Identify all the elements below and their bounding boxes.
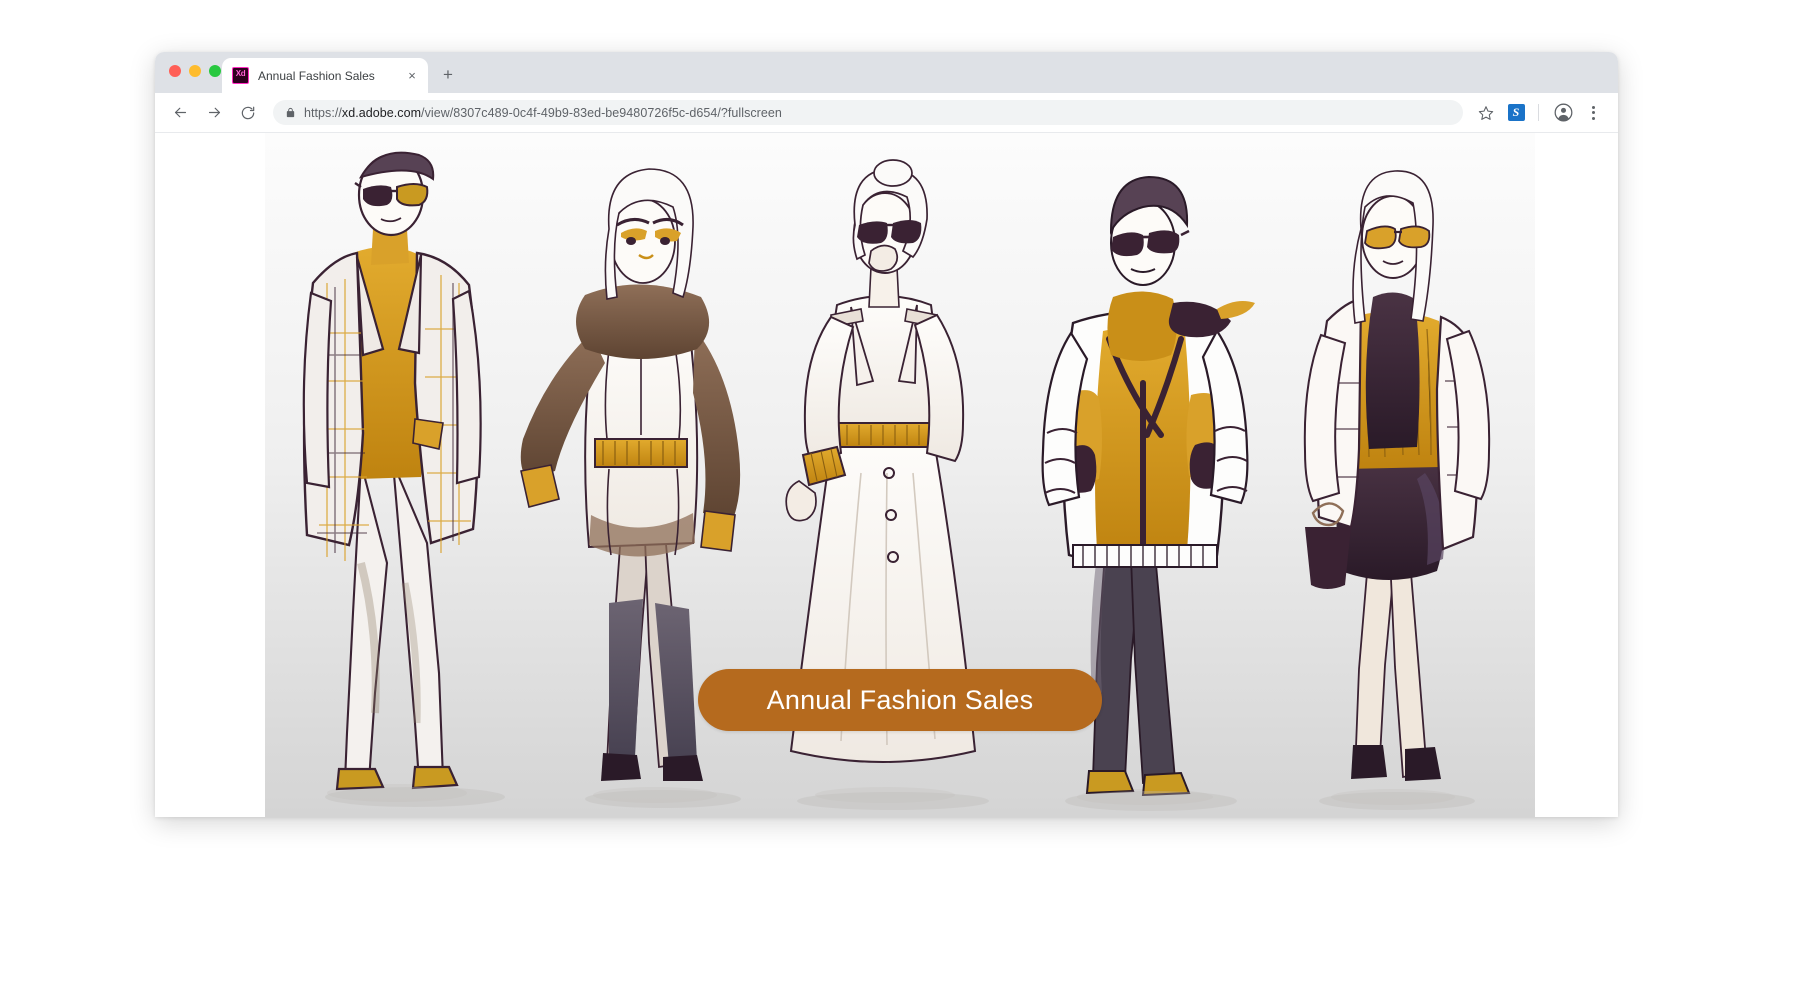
tab-strip: Xd Annual Fashion Sales × + [155,52,1618,93]
bookmark-star-icon[interactable] [1473,100,1499,126]
profile-avatar-icon[interactable] [1550,100,1576,126]
maximize-window-button[interactable] [209,65,221,77]
page-viewport: Annual Fashion Sales [155,133,1618,817]
close-window-button[interactable] [169,65,181,77]
annual-fashion-sales-banner[interactable]: Annual Fashion Sales [698,669,1102,731]
extension-badge: S [1507,104,1525,121]
banner-label: Annual Fashion Sales [766,684,1034,715]
browser-tab[interactable]: Xd Annual Fashion Sales × [222,58,428,93]
address-bar[interactable]: https://xd.adobe.com/view/8307c489-0c4f-… [273,100,1463,125]
adobe-xd-favicon: Xd [232,67,249,84]
browser-window: Xd Annual Fashion Sales × + https://xd.a… [155,52,1618,817]
minimize-window-button[interactable] [189,65,201,77]
toolbar-divider [1538,104,1539,121]
new-tab-button[interactable]: + [437,64,459,86]
toolbar-right-group: S [1469,100,1606,126]
forward-icon[interactable] [201,100,227,126]
back-icon[interactable] [167,100,193,126]
browser-toolbar: https://xd.adobe.com/view/8307c489-0c4f-… [155,93,1618,133]
window-controls [169,65,221,77]
url-text: https://xd.adobe.com/view/8307c489-0c4f-… [304,105,782,120]
fashion-artboard: Annual Fashion Sales [265,133,1535,817]
browser-extension-icon[interactable]: S [1503,100,1529,126]
tab-title: Annual Fashion Sales [258,68,375,83]
close-tab-icon[interactable]: × [404,68,420,84]
browser-menu-icon[interactable] [1580,100,1606,126]
reload-icon[interactable] [235,100,261,126]
three-dot-menu [1591,105,1595,120]
lock-icon [285,106,296,119]
